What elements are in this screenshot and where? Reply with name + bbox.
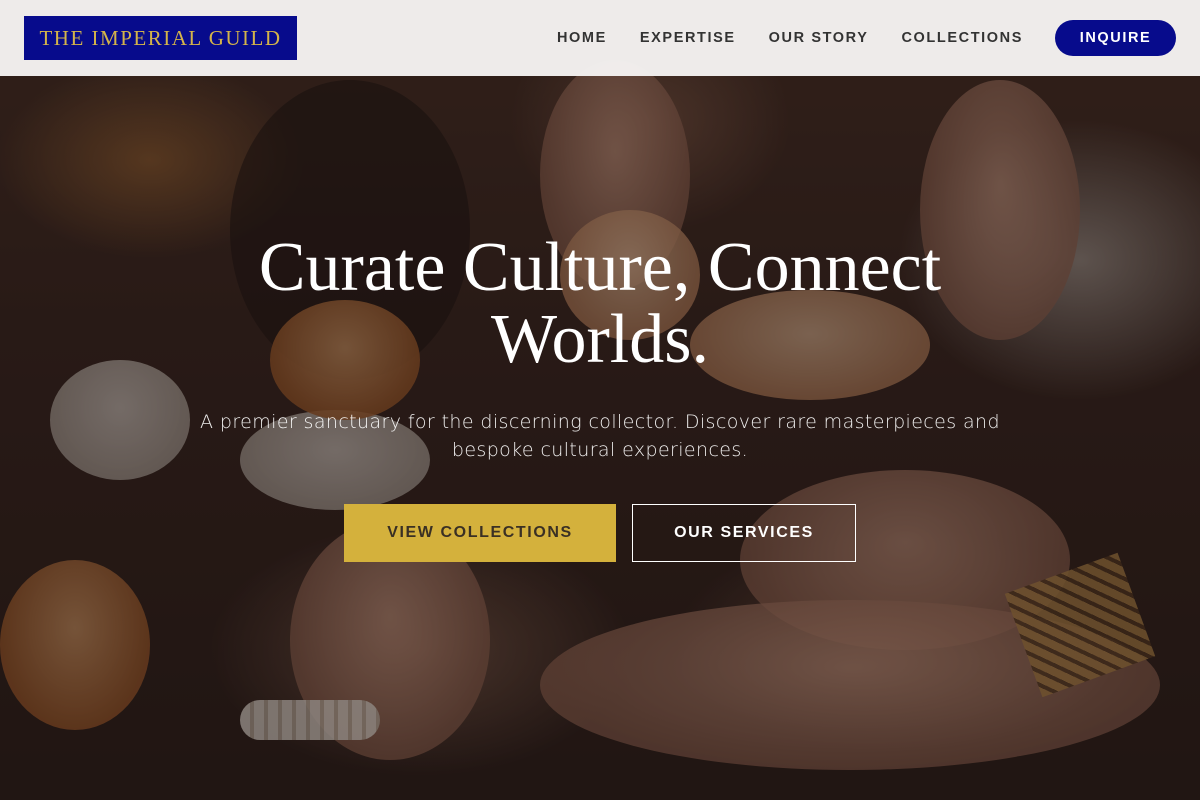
hero-subtitle: A premier sanctuary for the discerning c… [200,411,1000,461]
nav-item-expertise[interactable]: EXPERTISE [640,30,736,46]
site-logo[interactable]: THE IMPERIAL GUILD [24,16,297,60]
our-services-button[interactable]: OUR SERVICES [632,504,856,562]
hero-content: Curate Culture, Connect Worlds. A premie… [0,232,1200,562]
main-nav: HOME EXPERTISE OUR STORY COLLECTIONS INQ… [557,20,1176,56]
hero-headline: Curate Culture, Connect Worlds. [258,229,942,378]
nav-item-collections[interactable]: COLLECTIONS [901,30,1023,46]
site-header: THE IMPERIAL GUILD HOME EXPERTISE OUR ST… [0,0,1200,76]
view-collections-button[interactable]: VIEW COLLECTIONS [344,504,616,562]
nav-item-home[interactable]: HOME [557,30,607,46]
nav-item-our-story[interactable]: OUR STORY [769,30,869,46]
hero-cta-group: VIEW COLLECTIONS OUR SERVICES [0,504,1200,562]
inquire-button[interactable]: INQUIRE [1055,20,1176,56]
